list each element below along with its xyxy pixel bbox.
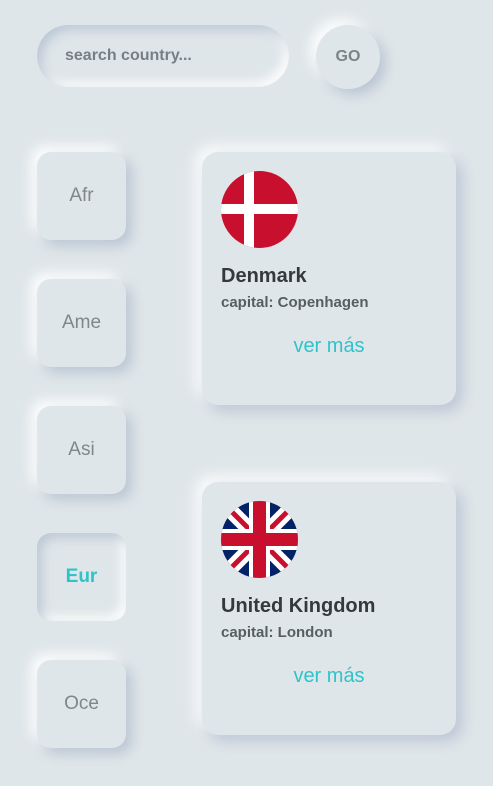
country-card-united-kingdom: United Kingdom capital: London ver más (202, 482, 456, 735)
continent-button-oceania[interactable]: Oce (37, 660, 126, 748)
country-name: Denmark (221, 265, 307, 287)
continent-button-america[interactable]: Ame (37, 279, 126, 367)
search-input[interactable] (63, 46, 263, 66)
see-more-link[interactable]: ver más (202, 335, 456, 358)
country-capital: capital: Copenhagen (221, 294, 369, 311)
search-box[interactable] (37, 25, 289, 87)
united-kingdom-flag-icon (221, 501, 298, 578)
country-card-denmark: Denmark capital: Copenhagen ver más (202, 152, 456, 405)
country-name: United Kingdom (221, 595, 376, 617)
continent-button-africa[interactable]: Afr (37, 152, 126, 240)
country-capital: capital: London (221, 624, 333, 641)
see-more-link[interactable]: ver más (202, 665, 456, 688)
go-button[interactable]: GO (316, 25, 380, 89)
continent-button-asia[interactable]: Asi (37, 406, 126, 494)
continent-button-europe[interactable]: Eur (37, 533, 126, 621)
denmark-flag-icon (221, 171, 298, 248)
